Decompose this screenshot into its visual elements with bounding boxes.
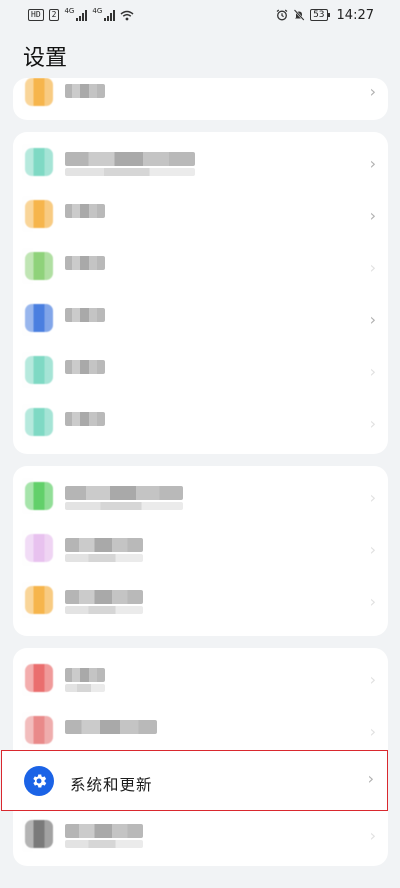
gear-icon	[24, 766, 54, 796]
settings-item[interactable]: ›	[13, 78, 388, 120]
obscured-label	[65, 84, 105, 98]
chevron-right-icon: ›	[369, 722, 376, 741]
chevron-right-icon: ›	[369, 592, 376, 611]
signal-icon	[76, 9, 88, 21]
app-icon	[22, 144, 56, 180]
obscured-label	[65, 152, 195, 166]
hd-badge: HD	[28, 9, 44, 21]
app-icon	[22, 816, 56, 852]
chevron-right-icon: ›	[369, 154, 376, 173]
settings-item[interactable]: ›	[13, 190, 388, 242]
settings-item[interactable]: ›	[13, 472, 388, 524]
app-icon	[22, 712, 56, 748]
obscured-subtitle	[65, 606, 143, 614]
app-icon	[22, 196, 56, 232]
app-icon	[22, 404, 56, 440]
obscured-subtitle	[65, 168, 195, 176]
chevron-right-icon: ›	[369, 488, 376, 507]
signal-icon	[104, 9, 116, 21]
network-type-label: 4G	[92, 7, 103, 15]
app-icon	[22, 78, 56, 110]
system-and-updates-item[interactable]: 系统和更新 ›	[1, 750, 388, 811]
obscured-label	[65, 720, 157, 734]
wifi-icon	[120, 10, 134, 20]
settings-item[interactable]: ›	[13, 576, 388, 628]
chevron-right-icon: ›	[369, 540, 376, 559]
obscured-subtitle	[65, 840, 143, 848]
network-type-label: 4G	[64, 7, 75, 15]
app-icon	[22, 478, 56, 514]
app-icon	[22, 530, 56, 566]
obscured-label	[65, 308, 105, 322]
status-left: HD 2 4G 4G	[28, 7, 134, 21]
settings-item[interactable]: ›	[13, 346, 388, 398]
obscured-subtitle	[65, 684, 105, 692]
obscured-label	[65, 590, 143, 604]
battery-icon: 53	[310, 9, 331, 21]
app-icon	[22, 352, 56, 388]
settings-group-1: ›	[13, 78, 388, 120]
settings-item[interactable]: ›	[13, 138, 388, 190]
obscured-label	[65, 360, 105, 374]
app-icon	[22, 248, 56, 284]
sim-badge: 2	[48, 9, 60, 21]
mute-icon	[293, 9, 305, 21]
app-icon	[22, 582, 56, 618]
chevron-right-icon: ›	[369, 82, 376, 101]
settings-group-3: › › ›	[13, 466, 388, 636]
settings-group-2: › › › › › ›	[13, 132, 388, 454]
settings-item[interactable]: ›	[13, 654, 388, 706]
status-bar: HD 2 4G 4G 53 14:27	[0, 0, 400, 30]
settings-item[interactable]: ›	[13, 524, 388, 576]
obscured-subtitle	[65, 502, 183, 510]
obscured-label	[65, 204, 105, 218]
chevron-right-icon: ›	[369, 310, 376, 329]
clock: 14:27	[336, 7, 374, 23]
settings-item[interactable]: ›	[13, 294, 388, 346]
obscured-label	[65, 668, 105, 682]
chevron-right-icon: ›	[369, 670, 376, 689]
status-right: 53 14:27	[276, 8, 374, 23]
chevron-right-icon: ›	[369, 258, 376, 277]
app-icon	[22, 300, 56, 336]
app-icon	[22, 660, 56, 696]
obscured-label	[65, 538, 143, 552]
obscured-subtitle	[65, 554, 143, 562]
chevron-right-icon: ›	[369, 206, 376, 225]
system-and-updates-label: 系统和更新	[70, 776, 153, 794]
chevron-right-icon: ›	[369, 826, 376, 845]
chevron-right-icon: ›	[367, 769, 374, 788]
chevron-right-icon: ›	[369, 362, 376, 381]
obscured-label	[65, 486, 183, 500]
obscured-label	[65, 824, 143, 838]
settings-item[interactable]: ›	[13, 398, 388, 450]
settings-item[interactable]: ›	[13, 810, 388, 862]
page-title: 设置	[23, 46, 68, 71]
settings-item[interactable]: ›	[13, 242, 388, 294]
obscured-label	[65, 256, 105, 270]
chevron-right-icon: ›	[369, 414, 376, 433]
alarm-icon	[276, 9, 288, 21]
obscured-label	[65, 412, 105, 426]
